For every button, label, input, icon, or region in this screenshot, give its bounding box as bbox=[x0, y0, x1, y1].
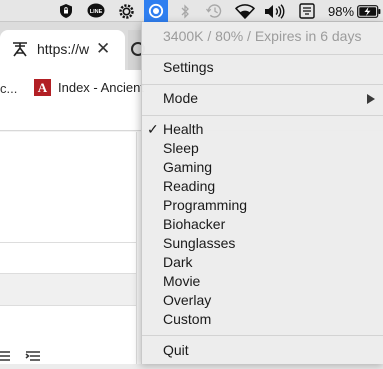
screen-temperature-icon[interactable] bbox=[144, 0, 168, 22]
input-method-icon[interactable] bbox=[297, 0, 317, 22]
status-text: 3400K / 80% / Expires in 6 days bbox=[163, 28, 362, 44]
settings-gear-icon[interactable] bbox=[116, 0, 136, 22]
line-app-icon[interactable]: LINE bbox=[86, 0, 106, 22]
macos-menu-bar: LINE 98% bbox=[0, 0, 383, 22]
menu-separator bbox=[142, 335, 383, 336]
menu-separator bbox=[142, 84, 383, 85]
menu-separator bbox=[142, 115, 383, 116]
battery-charging-icon[interactable] bbox=[356, 0, 382, 22]
checkmark-icon: ✓ bbox=[147, 121, 159, 137]
menu-item-custom[interactable]: Custom bbox=[163, 311, 211, 327]
list-format-icons[interactable] bbox=[0, 348, 50, 364]
menu-separator bbox=[142, 54, 383, 55]
lock-icon[interactable] bbox=[56, 0, 76, 22]
divider bbox=[0, 305, 136, 306]
battery-percentage[interactable]: 98% bbox=[327, 0, 355, 22]
menu-item-sleep[interactable]: Sleep bbox=[163, 140, 199, 156]
menu-item-biohacker[interactable]: Biohacker bbox=[163, 216, 225, 232]
submenu-arrow-icon bbox=[367, 94, 375, 104]
left-panel bbox=[0, 132, 137, 364]
bookmark-item-truncated[interactable]: c... bbox=[0, 81, 17, 96]
site-favicon-icon bbox=[11, 40, 29, 63]
browser-tab-active[interactable]: https://w ✕ bbox=[0, 30, 125, 70]
svg-text:LINE: LINE bbox=[90, 9, 103, 15]
volume-icon[interactable] bbox=[263, 0, 287, 22]
editor-toolbar bbox=[0, 348, 50, 369]
screen-temperature-dropdown-menu: 3400K / 80% / Expires in 6 days Settings… bbox=[141, 22, 383, 364]
bookmark-item-index[interactable]: Index - Ancient bbox=[58, 80, 144, 95]
wifi-icon[interactable] bbox=[234, 0, 256, 22]
menu-item-health[interactable]: Health bbox=[163, 121, 203, 137]
menu-item-sunglasses[interactable]: Sunglasses bbox=[163, 235, 235, 251]
menu-item-reading[interactable]: Reading bbox=[163, 178, 215, 194]
menu-item-gaming[interactable]: Gaming bbox=[163, 159, 212, 175]
menu-item-programming[interactable]: Programming bbox=[163, 197, 247, 213]
menu-item-quit[interactable]: Quit bbox=[163, 342, 189, 358]
panel-row bbox=[0, 274, 136, 305]
menu-item-mode[interactable]: Mode bbox=[163, 90, 198, 106]
menu-item-settings[interactable]: Settings bbox=[163, 59, 214, 75]
menu-item-movie[interactable]: Movie bbox=[163, 273, 200, 289]
bookmark-favicon-icon: A bbox=[34, 79, 51, 96]
tab-title: https://w bbox=[37, 41, 90, 57]
menu-item-dark[interactable]: Dark bbox=[163, 254, 193, 270]
bluetooth-icon[interactable] bbox=[176, 0, 194, 22]
time-machine-icon[interactable] bbox=[203, 0, 225, 22]
tab-close-icon[interactable]: ✕ bbox=[96, 39, 110, 59]
divider bbox=[0, 242, 136, 243]
menu-item-overlay[interactable]: Overlay bbox=[163, 292, 211, 308]
